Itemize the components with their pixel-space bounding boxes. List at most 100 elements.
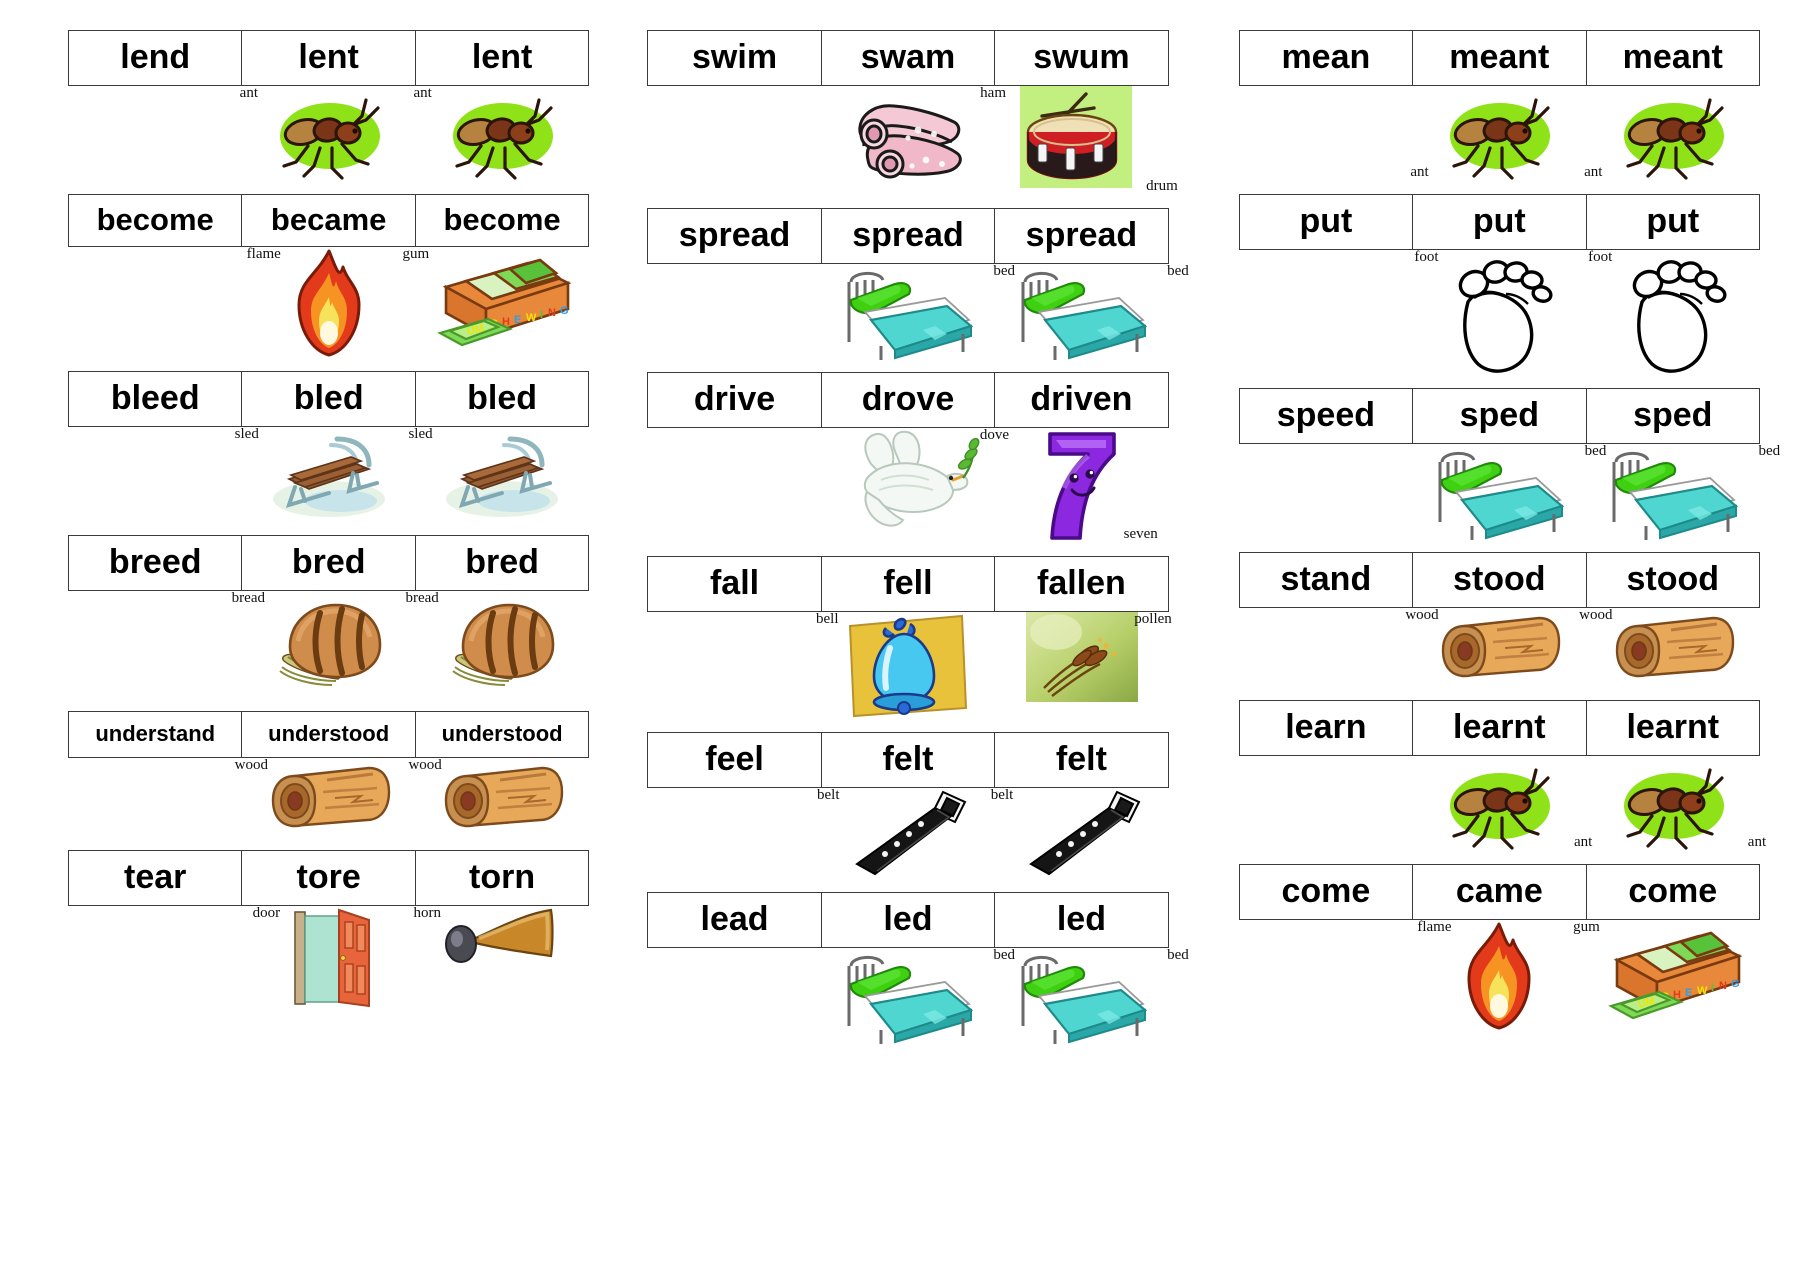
verb-cell-become-base[interactable]: become <box>69 195 243 246</box>
verb-cell-come-base[interactable]: come <box>1240 865 1414 919</box>
verb-cell-lend-base[interactable]: lend <box>69 31 243 85</box>
verb-cell-fall-base[interactable]: fall <box>648 557 822 611</box>
picture-label: wood <box>234 757 269 773</box>
svg-text:E: E <box>1685 987 1692 999</box>
verb-cell-tear-past[interactable]: tore <box>242 851 416 905</box>
verb-cell-speed-participle[interactable]: sped <box>1587 389 1759 443</box>
foot-icon <box>1618 250 1728 376</box>
verb-table-mean: mean meant meant <box>1238 30 1760 86</box>
verb-cell-fall-participle[interactable]: fallen <box>995 557 1167 611</box>
verb-block-fall: fall fell fallen bell pollen <box>647 556 1172 720</box>
verb-table-drive: drive drove driven <box>647 372 1169 428</box>
picture-row-learn: ant ant <box>1239 756 1766 852</box>
ant-icon-svg <box>1624 98 1725 180</box>
verb-cell-mean-past[interactable]: meant <box>1413 31 1587 85</box>
picture-slot-bleed-1: sled <box>235 427 416 523</box>
picture-slot-come-0 <box>1239 920 1413 1032</box>
bread-icon-svg <box>452 603 555 686</box>
belt-icon <box>847 788 969 880</box>
verb-cell-put-participle[interactable]: put <box>1587 195 1759 249</box>
verb-cell-lead-base[interactable]: lead <box>648 893 822 947</box>
verb-cell-speed-base[interactable]: speed <box>1240 389 1414 443</box>
verb-table-breed: breed bred bred <box>68 535 590 591</box>
verb-cell-drive-past[interactable]: drove <box>822 373 996 427</box>
verb-cell-become-past[interactable]: became <box>242 195 416 246</box>
verb-cell-understand-past[interactable]: understood <box>242 712 416 757</box>
verb-cell-learn-past[interactable]: learnt <box>1413 701 1587 755</box>
verb-cell-breed-base[interactable]: breed <box>69 536 243 590</box>
verb-cell-spread-base[interactable]: spread <box>648 209 822 263</box>
picture-slot-tear-1: door <box>242 906 416 1010</box>
wood-icon-svg <box>445 766 564 828</box>
picture-label: foot <box>1414 249 1439 265</box>
verb-cell-swim-base[interactable]: swim <box>648 31 822 85</box>
verb-cell-breed-past[interactable]: bred <box>242 536 416 590</box>
verb-cell-feel-base[interactable]: feel <box>648 733 822 787</box>
ant-icon <box>270 86 388 182</box>
verb-cell-understand-participle[interactable]: understood <box>416 712 588 757</box>
verb-cell-drive-base[interactable]: drive <box>648 373 822 427</box>
verb-cell-lend-participle[interactable]: lent <box>416 31 588 85</box>
verb-cell-speed-past[interactable]: sped <box>1413 389 1587 443</box>
verb-cell-understand-base[interactable]: understand <box>69 712 243 757</box>
belt-icon <box>1021 788 1143 880</box>
verb-cell-come-participle[interactable]: come <box>1587 865 1759 919</box>
verb-cell-bleed-past[interactable]: bled <box>242 372 416 426</box>
verb-block-understand: understand understood understood wood wood <box>68 711 590 838</box>
verb-cell-feel-past[interactable]: felt <box>822 733 996 787</box>
dove-icon-wrapper: dove <box>841 428 1009 536</box>
ant-icon-svg <box>1624 768 1725 850</box>
picture-label: ant <box>1584 164 1603 180</box>
verb-block-bleed: bleed bled bled sled sled <box>68 371 590 523</box>
picture-row-understand: wood wood <box>68 758 589 838</box>
verb-table-come: come came come <box>1238 864 1760 920</box>
gum-icon-svg: C H E W I N G UM <box>437 258 572 347</box>
row-gap <box>1239 182 1760 194</box>
ant-icon-wrapper: ant <box>240 86 388 182</box>
row-gap <box>68 699 589 711</box>
picture-row-fall: bell pollen <box>647 612 1172 720</box>
verb-cell-mean-base[interactable]: mean <box>1240 31 1414 85</box>
verb-cell-lead-past[interactable]: led <box>822 893 996 947</box>
seven-icon <box>1040 428 1124 544</box>
ant-icon <box>1614 756 1732 852</box>
verb-table-stand: stand stood stood <box>1238 552 1760 608</box>
picture-slot-become-2: C H E W I N G UM gum <box>402 247 590 359</box>
verb-cell-learn-base[interactable]: learn <box>1240 701 1414 755</box>
picture-row-mean: ant ant <box>1239 86 1760 182</box>
picture-label: sled <box>408 426 433 442</box>
verb-cell-bleed-base[interactable]: bleed <box>69 372 243 426</box>
verb-cell-put-past[interactable]: put <box>1413 195 1587 249</box>
bread-icon <box>262 591 396 699</box>
picture-slot-drive-0 <box>647 428 821 544</box>
row-gap <box>647 360 1168 372</box>
verb-cell-breed-participle[interactable]: bred <box>416 536 588 590</box>
verb-cell-stand-base[interactable]: stand <box>1240 553 1414 607</box>
belt-icon-svg <box>855 790 967 876</box>
verb-cell-become-participle[interactable]: become <box>416 195 588 246</box>
verb-cell-stand-past[interactable]: stood <box>1413 553 1587 607</box>
ant-icon <box>1614 86 1732 182</box>
verb-cell-learn-participle[interactable]: learnt <box>1587 701 1759 755</box>
verb-cell-tear-base[interactable]: tear <box>69 851 243 905</box>
verb-cell-come-past[interactable]: came <box>1413 865 1587 919</box>
verb-cell-tear-participle[interactable]: torn <box>416 851 588 905</box>
verb-cell-spread-participle[interactable]: spread <box>995 209 1167 263</box>
verb-cell-put-base[interactable]: put <box>1240 195 1414 249</box>
verb-cell-spread-past[interactable]: spread <box>822 209 996 263</box>
verb-cell-swim-participle[interactable]: swum <box>995 31 1167 85</box>
picture-row-stand: wood wood <box>1239 608 1760 688</box>
verb-cell-mean-participle[interactable]: meant <box>1587 31 1759 85</box>
verb-cell-fall-past[interactable]: fell <box>822 557 996 611</box>
bed-icon-svg <box>1438 452 1565 540</box>
picture-row-drive: dove seven <box>647 428 1168 544</box>
verb-block-mean: mean meant meant ant ant <box>1238 30 1760 182</box>
verb-cell-swim-past[interactable]: swam <box>822 31 996 85</box>
verb-cell-bleed-participle[interactable]: bled <box>416 372 588 426</box>
verb-cell-lead-participle[interactable]: led <box>995 893 1167 947</box>
verb-cell-stand-participle[interactable]: stood <box>1587 553 1759 607</box>
verb-cell-feel-participle[interactable]: felt <box>995 733 1167 787</box>
gum-icon-wrapper: C H E W I N G UM gum <box>1573 920 1743 1026</box>
verb-cell-lend-past[interactable]: lent <box>242 31 416 85</box>
verb-cell-drive-participle[interactable]: driven <box>995 373 1167 427</box>
